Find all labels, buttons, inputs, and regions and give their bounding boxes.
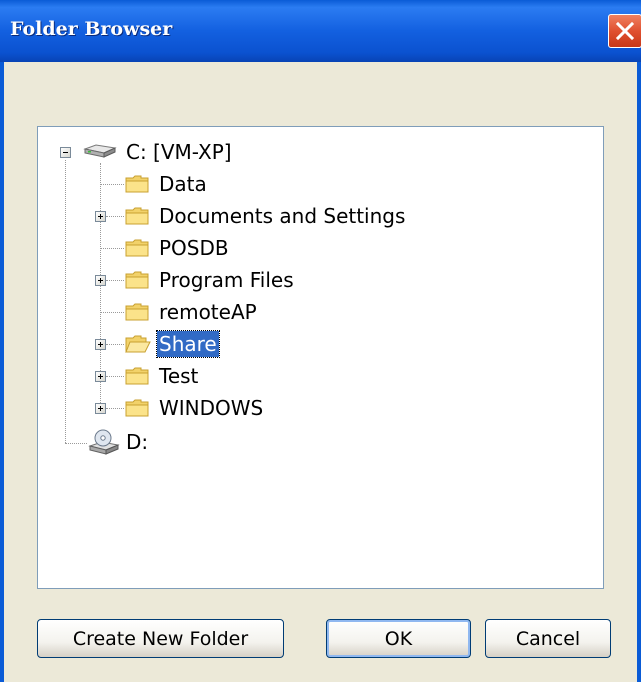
open-folder-icon bbox=[125, 335, 151, 353]
folder-icon bbox=[125, 207, 149, 225]
tree-item-label: Documents and Settings bbox=[159, 204, 406, 228]
tree-item-label: Share bbox=[156, 330, 220, 358]
tree-guide-test bbox=[106, 376, 124, 377]
hard-drive-icon bbox=[83, 144, 117, 158]
folder-icon bbox=[125, 367, 149, 385]
cd-drive-icon bbox=[88, 429, 120, 455]
tree-item-posdb[interactable]: POSDB bbox=[125, 234, 231, 262]
tree-guide-program bbox=[106, 280, 124, 281]
tree-item-d-drive[interactable]: D: bbox=[88, 428, 150, 456]
folder-icon bbox=[125, 399, 149, 417]
expand-toggle-test[interactable] bbox=[95, 371, 106, 382]
ok-button[interactable]: OK bbox=[326, 619, 471, 658]
window-border-left bbox=[0, 62, 4, 682]
tree-item-label: Data bbox=[159, 172, 207, 196]
tree-guide-docs bbox=[106, 216, 124, 217]
folder-icon bbox=[125, 303, 149, 321]
folder-icon bbox=[125, 239, 149, 257]
tree-guide-posdb bbox=[100, 248, 124, 249]
close-icon bbox=[615, 21, 635, 41]
tree-item-test[interactable]: Test bbox=[125, 362, 200, 390]
tree-item-label: D: bbox=[126, 430, 149, 454]
tree-item-label: Test bbox=[159, 364, 199, 388]
collapse-toggle-c[interactable] bbox=[60, 147, 71, 158]
tree-item-windows[interactable]: WINDOWS bbox=[125, 394, 265, 422]
create-new-folder-button[interactable]: Create New Folder bbox=[37, 619, 284, 658]
tree-guide-d bbox=[65, 443, 87, 444]
tree-guide-remote bbox=[100, 312, 124, 313]
close-button[interactable] bbox=[608, 14, 641, 48]
tree-item-c-drive[interactable]: C: [VM-XP] bbox=[82, 138, 234, 166]
tree-item-label: remoteAP bbox=[159, 300, 257, 324]
tree-item-program-files[interactable]: Program Files bbox=[125, 266, 296, 294]
tree-item-documents-and-settings[interactable]: Documents and Settings bbox=[125, 202, 407, 230]
folder-browser-window: Folder Browser C: [VM-XP] Data Documents… bbox=[0, 0, 641, 682]
tree-guide-data bbox=[100, 184, 124, 185]
tree-guide-root bbox=[65, 160, 66, 443]
tree-item-label: C: [VM-XP] bbox=[126, 140, 232, 164]
expand-toggle-windows[interactable] bbox=[95, 403, 106, 414]
window-title: Folder Browser bbox=[10, 18, 173, 40]
tree-guide-share bbox=[106, 344, 124, 345]
tree-item-remoteap[interactable]: remoteAP bbox=[125, 298, 259, 326]
folder-icon bbox=[125, 175, 149, 193]
expand-toggle-share[interactable] bbox=[95, 339, 106, 350]
tree-guide-windows bbox=[106, 408, 124, 409]
folder-icon bbox=[125, 271, 149, 289]
tree-item-label: POSDB bbox=[159, 236, 229, 260]
tree-item-label: Program Files bbox=[159, 268, 294, 292]
window-border-right bbox=[637, 62, 641, 682]
tree-item-share[interactable]: Share bbox=[125, 330, 220, 358]
expand-toggle-program-files[interactable] bbox=[95, 275, 106, 286]
cancel-button[interactable]: Cancel bbox=[485, 619, 611, 658]
title-bar[interactable]: Folder Browser bbox=[0, 0, 641, 62]
tree-item-data[interactable]: Data bbox=[125, 170, 209, 198]
tree-item-label: WINDOWS bbox=[159, 396, 264, 420]
folder-tree[interactable]: C: [VM-XP] Data Documents and Settings P… bbox=[37, 126, 604, 589]
expand-toggle-documents[interactable] bbox=[95, 211, 106, 222]
